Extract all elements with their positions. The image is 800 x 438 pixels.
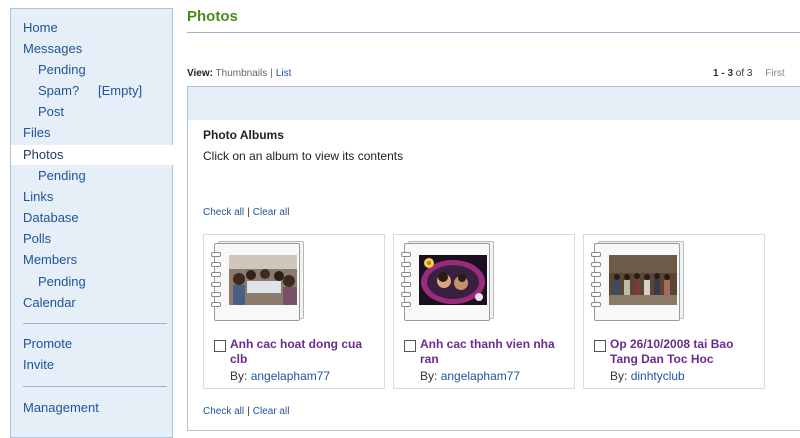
binder-rings-icon bbox=[591, 252, 601, 312]
albums-heading: Photo Albums bbox=[203, 128, 284, 142]
pager-first-link[interactable]: First bbox=[765, 68, 784, 79]
pagination: 1 - 3 of 3 First bbox=[713, 68, 785, 79]
sidebar-item-home[interactable]: Home bbox=[23, 20, 58, 36]
check-links-separator: | bbox=[247, 406, 250, 417]
page-title: Photos bbox=[187, 8, 238, 25]
view-separator: | bbox=[270, 68, 273, 79]
check-links-top: Check all | Clear all bbox=[203, 207, 289, 218]
sidebar-item-management[interactable]: Management bbox=[23, 400, 99, 416]
view-list-link[interactable]: List bbox=[276, 68, 292, 79]
sidebar-item-links[interactable]: Links bbox=[23, 189, 53, 205]
sidebar-divider bbox=[23, 386, 167, 387]
pager-total: of 3 bbox=[735, 68, 753, 79]
by-label: By: bbox=[230, 369, 248, 383]
album-card: Anh cac hoat dong cua clb By: angelapham… bbox=[203, 234, 385, 389]
check-links-separator: | bbox=[247, 207, 250, 218]
by-label: By: bbox=[420, 369, 438, 383]
sidebar-item-members[interactable]: Members bbox=[23, 252, 77, 268]
album-byline: By: dinhtyclub bbox=[610, 369, 685, 383]
albums-description: Click on an album to view its contents bbox=[203, 149, 404, 163]
sidebar-item-photos[interactable]: Photos bbox=[23, 147, 63, 163]
sidebar-item-messages-pending[interactable]: Pending bbox=[38, 62, 86, 78]
album-cover-photo bbox=[419, 255, 487, 305]
view-label: View: bbox=[187, 68, 213, 79]
album-thumbnail[interactable] bbox=[211, 241, 304, 321]
sidebar-item-photos-pending[interactable]: Pending bbox=[38, 168, 86, 184]
album-title-link[interactable]: Anh cac hoat dong cua clb bbox=[230, 337, 380, 367]
view-switcher: View: Thumbnails | List bbox=[187, 68, 291, 79]
sidebar-item-polls[interactable]: Polls bbox=[23, 231, 51, 247]
sidebar-divider bbox=[23, 323, 167, 324]
clear-all-link[interactable]: Clear all bbox=[253, 406, 290, 417]
check-all-link[interactable]: Check all bbox=[203, 406, 244, 417]
album-card: Anh cac thanh vien nha ran By: angelapha… bbox=[393, 234, 575, 389]
binder-rings-icon bbox=[401, 252, 411, 312]
album-byline: By: angelapham77 bbox=[420, 369, 520, 383]
sidebar-item-post[interactable]: Post bbox=[38, 104, 64, 120]
album-author-link[interactable]: dinhtyclub bbox=[631, 369, 685, 383]
sidebar-item-files[interactable]: Files bbox=[23, 125, 50, 141]
check-all-link[interactable]: Check all bbox=[203, 207, 244, 218]
album-cover-photo bbox=[609, 255, 677, 305]
sidebar-nav: Home Messages Pending Spam? [Empty] Post… bbox=[10, 8, 173, 438]
album-checkbox[interactable] bbox=[594, 340, 606, 352]
album-checkbox[interactable] bbox=[404, 340, 416, 352]
clear-all-link[interactable]: Clear all bbox=[253, 207, 290, 218]
album-cover-photo bbox=[229, 255, 297, 305]
album-thumbnail[interactable] bbox=[401, 241, 494, 321]
pager-range: 1 - 3 bbox=[713, 68, 734, 79]
album-title-link[interactable]: Op 26/10/2008 tai Bao Tang Dan Toc Hoc bbox=[610, 337, 760, 367]
sidebar-item-messages[interactable]: Messages bbox=[23, 41, 82, 57]
album-author-link[interactable]: angelapham77 bbox=[251, 369, 330, 383]
spam-empty-badge: [Empty] bbox=[98, 83, 143, 98]
view-thumbnails-option: Thumbnails bbox=[215, 68, 268, 79]
album-byline: By: angelapham77 bbox=[230, 369, 330, 383]
sidebar-item-invite[interactable]: Invite bbox=[23, 357, 54, 373]
album-checkbox[interactable] bbox=[214, 340, 226, 352]
title-divider bbox=[187, 32, 800, 33]
album-thumbnail[interactable] bbox=[591, 241, 684, 321]
by-label: By: bbox=[610, 369, 628, 383]
panel-header-bar bbox=[188, 87, 800, 120]
album-author-link[interactable]: angelapham77 bbox=[441, 369, 520, 383]
sidebar-item-members-pending[interactable]: Pending bbox=[38, 274, 86, 290]
sidebar-item-promote[interactable]: Promote bbox=[23, 336, 72, 352]
sidebar-item-database[interactable]: Database bbox=[23, 210, 79, 226]
sidebar-item-calendar[interactable]: Calendar bbox=[23, 295, 76, 311]
check-links-bottom: Check all | Clear all bbox=[203, 406, 289, 417]
binder-rings-icon bbox=[211, 252, 221, 312]
album-title-link[interactable]: Anh cac thanh vien nha ran bbox=[420, 337, 570, 367]
sidebar-item-spam[interactable]: Spam? bbox=[38, 83, 79, 99]
album-card: Op 26/10/2008 tai Bao Tang Dan Toc Hoc B… bbox=[583, 234, 765, 389]
